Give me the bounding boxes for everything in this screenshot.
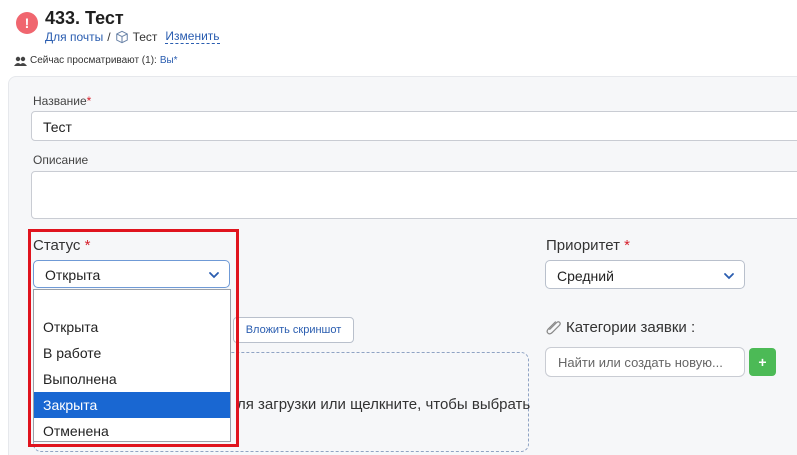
attach-screenshot-button[interactable]: Вложить скриншот (233, 317, 354, 343)
description-label: Описание (33, 153, 89, 167)
paperclip-icon (546, 321, 561, 335)
priority-select[interactable]: Средний (545, 260, 745, 289)
breadcrumb-item: Тест (132, 30, 158, 44)
categories-label: Категории заявки : (546, 319, 695, 336)
chevron-down-icon (724, 273, 734, 280)
dropzone-text: ля загрузки или щелкните, чтобы выбрать (237, 396, 531, 413)
alert-icon: ! (16, 12, 38, 34)
breadcrumb: Для почты / Тест Изменить (45, 30, 220, 44)
viewers-you[interactable]: Вы* (160, 55, 178, 66)
categories-search-input[interactable]: Найти или создать новую... (545, 347, 745, 377)
status-highlight-box (28, 229, 239, 447)
viewers-indicator: Сейчас просматривают (1): Вы* (14, 55, 178, 66)
description-textarea[interactable] (31, 171, 797, 219)
name-input[interactable]: Тест (31, 111, 797, 141)
cube-icon (115, 30, 128, 44)
change-link[interactable]: Изменить (165, 30, 220, 44)
breadcrumb-link-mail[interactable]: Для почты (45, 30, 103, 44)
breadcrumb-separator: / (107, 30, 111, 44)
users-icon (14, 56, 27, 66)
viewers-text: Сейчас просматривают (1): (30, 55, 157, 66)
add-category-button[interactable]: + (749, 348, 776, 376)
ticket-title: 433. Тест (45, 8, 124, 28)
priority-label: Приоритет * (546, 237, 630, 254)
name-label: Название* (33, 94, 92, 108)
